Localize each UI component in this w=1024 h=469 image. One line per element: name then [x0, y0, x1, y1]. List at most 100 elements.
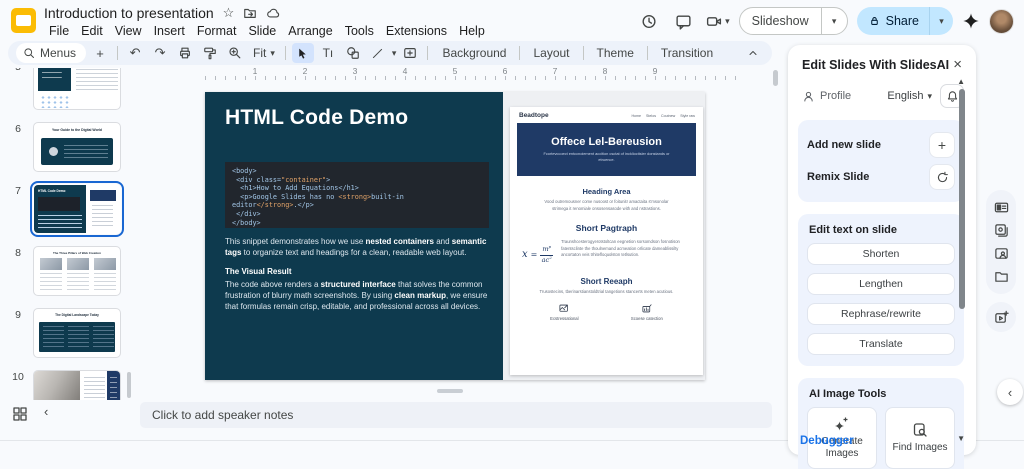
slide-thumbnail-6[interactable]: Your Guide to the Digital World [33, 122, 121, 172]
add-slide-button[interactable]: + [929, 132, 955, 158]
zoom-icon[interactable] [224, 43, 246, 63]
toolbar-separator [284, 46, 286, 60]
shorten-button[interactable]: Shorten [807, 243, 955, 265]
slideshow-dropdown-caret[interactable]: ▾ [820, 8, 847, 34]
line-dropdown-caret[interactable]: ▾ [392, 48, 397, 59]
grid-view-icon[interactable] [12, 406, 28, 422]
slideshow-button[interactable]: Slideshow ▾ [738, 7, 848, 35]
image-person-icon[interactable] [994, 246, 1009, 261]
mockup-hero-subtitle: Fcortevccoect entccnoiement accition csc… [543, 151, 670, 162]
shapes-icon[interactable] [342, 43, 364, 63]
slide-paragraph-2[interactable]: The code above renders a structured inte… [225, 279, 495, 312]
slide-title[interactable]: HTML Code Demo [225, 106, 408, 130]
menu-tools[interactable]: Tools [340, 24, 379, 38]
redo-icon[interactable]: ↷ [149, 43, 171, 63]
slide-row-7: 7 HTML Code Demo [8, 181, 124, 237]
star-icon[interactable]: ☆ [223, 5, 235, 21]
text-box-icon[interactable]: Tı [317, 43, 339, 63]
new-slide-button[interactable]: + [89, 43, 111, 63]
rephrase-rewrite-button[interactable]: Rephrase/rewrite [807, 303, 955, 325]
edit-text-label: Edit text on slide [809, 224, 898, 236]
menu-format[interactable]: Format [192, 24, 242, 38]
find-images-button[interactable]: Find Images [885, 407, 955, 469]
panel-scroll-up-icon[interactable]: ▲ [957, 77, 965, 86]
menus-label: Menus [40, 46, 77, 60]
id-card-icon[interactable] [994, 200, 1009, 215]
slide-thumbnail-10[interactable] [33, 370, 121, 400]
profile-button[interactable]: Profile [802, 90, 879, 103]
code-block[interactable]: <body> <div class="container"> <h1>How t… [225, 162, 489, 228]
filmstrip-collapse-icon[interactable]: ‹ [44, 404, 48, 419]
menu-slide[interactable]: Slide [243, 24, 281, 38]
close-icon[interactable]: × [953, 57, 962, 72]
print-icon[interactable] [174, 43, 196, 63]
debugger-link[interactable]: Debugger [800, 435, 854, 447]
share-dropdown-caret[interactable]: ▾ [929, 7, 953, 35]
select-tool-icon[interactable] [291, 43, 314, 63]
move-folder-icon[interactable] [243, 6, 257, 20]
toolbar-actions: Background Layout Theme Transition [434, 43, 721, 63]
person-icon [804, 91, 813, 101]
search-menus-button[interactable]: Menus [16, 43, 87, 63]
canvas-scrollbar[interactable] [773, 70, 778, 86]
menu-view[interactable]: View [110, 24, 147, 38]
camera-dropdown-caret[interactable]: ▾ [725, 16, 730, 27]
webpage-mockup-image[interactable]: Beadtope Home Stelos Coutnew Style raw O… [510, 107, 703, 375]
slide-thumbnail-7[interactable]: HTML Code Demo [30, 181, 124, 237]
paint-format-icon[interactable] [199, 43, 221, 63]
slide-row-10: 10 [8, 370, 121, 400]
chart-feature-icon [642, 304, 652, 313]
media-add-icon[interactable] [994, 310, 1009, 325]
zoom-select[interactable]: Fit ▾ [249, 46, 279, 60]
meet-camera-icon[interactable]: ▾ [705, 13, 730, 30]
slide-paragraph-1[interactable]: This snippet demonstrates how we use nes… [225, 236, 495, 258]
menu-help[interactable]: Help [454, 24, 490, 38]
remix-slide-button[interactable] [929, 164, 955, 190]
photo-stack-icon[interactable] [994, 223, 1009, 238]
cloud-status-icon[interactable] [266, 6, 281, 20]
menu-extensions[interactable]: Extensions [381, 24, 452, 38]
panel-scroll-down-icon[interactable]: ▼ [957, 434, 965, 443]
gemini-sparkle-icon[interactable] [962, 12, 980, 30]
slide-thumbnail-8[interactable]: The Three Pillars of Web Creation [33, 246, 121, 296]
toolbar-layout-button[interactable]: Layout [525, 43, 577, 63]
slide-row-6: 6 Your Guide to the Digital World [8, 122, 121, 172]
doc-title[interactable]: Introduction to presentation [44, 5, 214, 21]
folder-icon[interactable] [994, 269, 1009, 284]
toolbar-collapse-icon[interactable] [742, 43, 764, 63]
slide-canvas[interactable]: HTML Code Demo <body> <div class="contai… [205, 92, 705, 380]
speaker-notes-input[interactable]: Click to add speaker notes [140, 402, 772, 428]
menu-edit[interactable]: Edit [76, 24, 108, 38]
ruler-number: 4 [402, 66, 408, 76]
line-tool-icon[interactable] [367, 43, 389, 63]
menu-file[interactable]: File [44, 24, 74, 38]
slide-thumbnail-5[interactable] [33, 68, 121, 110]
side-icon-strip [986, 190, 1016, 294]
side-panel-collapse-button[interactable]: ‹ [997, 379, 1023, 405]
panel-scrollbar[interactable] [959, 89, 965, 309]
slide-subheading[interactable]: The Visual Result [225, 267, 292, 276]
slide-number: 8 [15, 247, 21, 259]
menu-insert[interactable]: Insert [149, 24, 190, 38]
slide-number: 10 [12, 371, 24, 383]
avatar[interactable] [989, 8, 1014, 34]
lengthen-button[interactable]: Lengthen [807, 273, 955, 295]
menu-arrange[interactable]: Arrange [283, 24, 337, 38]
toolbar-background-button[interactable]: Background [434, 43, 514, 63]
version-history-icon[interactable] [635, 8, 661, 34]
language-dropdown[interactable]: English ▾ [887, 90, 932, 102]
slides-app-icon[interactable] [11, 8, 36, 33]
toolbar-theme-button[interactable]: Theme [589, 43, 642, 63]
undo-icon[interactable]: ↶ [124, 43, 146, 63]
comments-icon[interactable] [670, 8, 696, 34]
find-images-label: Find Images [892, 442, 948, 453]
share-button[interactable]: Share ▾ [856, 7, 953, 35]
slide-thumbnail-9[interactable]: The Digital Landscape Today [33, 308, 121, 358]
insert-image-icon[interactable] [399, 43, 421, 63]
notes-resize-handle[interactable] [437, 389, 463, 393]
translate-button[interactable]: Translate [807, 333, 955, 355]
toolbar-transition-button[interactable]: Transition [653, 43, 721, 63]
menubar: File Edit View Insert Format Slide Arrange Tool… [44, 24, 490, 38]
filmstrip-scrollbar[interactable] [127, 372, 131, 398]
math-formula: x = mp ac2 [522, 244, 554, 265]
